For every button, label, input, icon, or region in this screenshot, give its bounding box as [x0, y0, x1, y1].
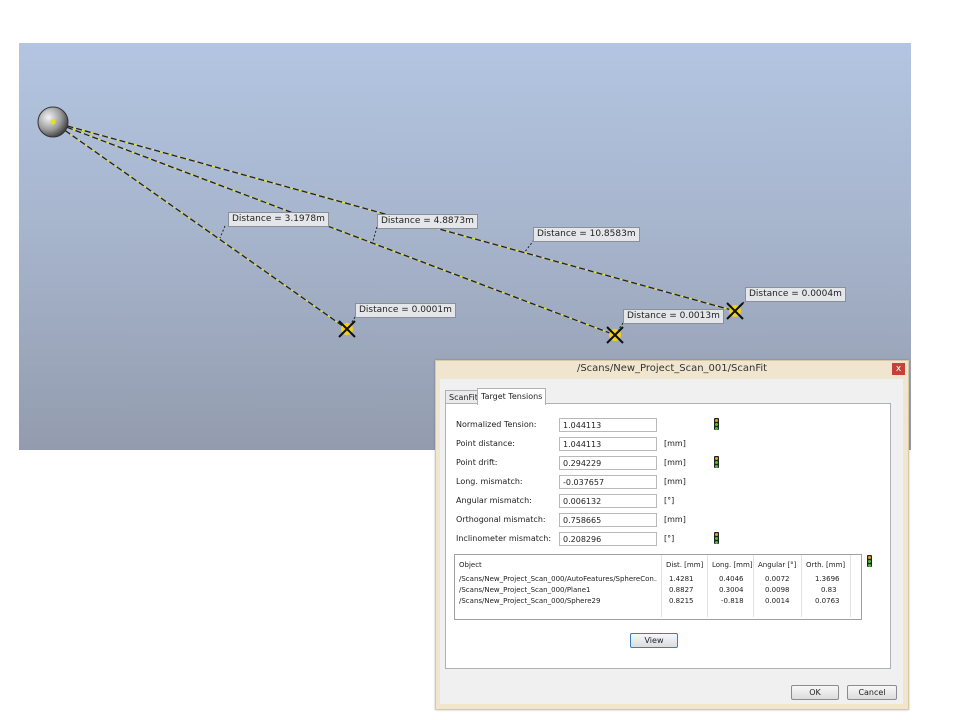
normalized-tension-field[interactable]: 1.044113	[559, 418, 657, 432]
point-distance-field[interactable]: 1.044113	[559, 437, 657, 451]
target-tensions-panel: Normalized Tension: 1.044113 Point dista…	[445, 403, 891, 669]
traffic-light-icon	[714, 456, 719, 468]
field-unit: [mm]	[664, 458, 686, 467]
field-label: Long. mismatch:	[456, 477, 523, 486]
column-header-angular[interactable]: Angular [°]	[758, 560, 796, 570]
traffic-light-icon	[714, 532, 719, 544]
results-table[interactable]: Object Dist. [mm] Long. [mm] Angular [°]…	[454, 554, 862, 620]
column-header-long[interactable]: Long. [mm]	[712, 560, 753, 570]
cancel-button[interactable]: Cancel	[847, 685, 897, 700]
field-unit: [mm]	[664, 515, 686, 524]
field-label: Angular mismatch:	[456, 496, 532, 505]
angular-mismatch-field[interactable]: 0.006132	[559, 494, 657, 508]
field-label: Normalized Tension:	[456, 420, 537, 429]
distance-label: Distance = 3.1978m	[228, 212, 329, 227]
field-label: Point distance:	[456, 439, 515, 448]
field-unit: [°]	[664, 496, 675, 505]
close-button[interactable]: x	[892, 363, 905, 375]
ok-button[interactable]: OK	[791, 685, 839, 700]
field-label: Orthogonal mismatch:	[456, 515, 546, 524]
long-mismatch-field[interactable]: -0.037657	[559, 475, 657, 489]
field-unit: [mm]	[664, 477, 686, 486]
target-marker-1[interactable]	[338, 320, 356, 338]
field-unit: [mm]	[664, 439, 686, 448]
dialog-client-area: ScanFit Target Tensions Normalized Tensi…	[440, 379, 903, 704]
view-button[interactable]: View	[630, 633, 678, 648]
distance-label: Distance = 0.0013m	[623, 309, 724, 324]
field-unit: [°]	[664, 534, 675, 543]
field-label: Point drift:	[456, 458, 498, 467]
target-marker-2[interactable]	[606, 326, 624, 344]
tab-target-tensions[interactable]: Target Tensions	[477, 388, 547, 405]
field-label: Inclinometer mismatch:	[456, 534, 552, 543]
traffic-light-icon	[714, 418, 719, 430]
distance-label: Distance = 0.0004m	[745, 287, 846, 302]
column-header-dist[interactable]: Dist. [mm]	[666, 560, 703, 570]
column-header-orth[interactable]: Orth. [mm]	[806, 560, 845, 570]
distance-label: Distance = 10.8583m	[533, 227, 640, 242]
point-drift-field[interactable]: 0.294229	[559, 456, 657, 470]
scanfit-dialog: /Scans/New_Project_Scan_001/ScanFit x Sc…	[435, 360, 909, 710]
column-header-object[interactable]: Object	[459, 560, 482, 570]
distance-label: Distance = 4.8873m	[377, 214, 478, 229]
scanner-sphere[interactable]	[37, 106, 69, 138]
traffic-light-icon	[867, 555, 872, 567]
distance-label: Distance = 0.0001m	[355, 303, 456, 318]
inclinometer-mismatch-field[interactable]: 0.208296	[559, 532, 657, 546]
orthogonal-mismatch-field[interactable]: 0.758665	[559, 513, 657, 527]
dialog-title: /Scans/New_Project_Scan_001/ScanFit	[576, 363, 768, 374]
target-marker-3[interactable]	[726, 302, 744, 320]
